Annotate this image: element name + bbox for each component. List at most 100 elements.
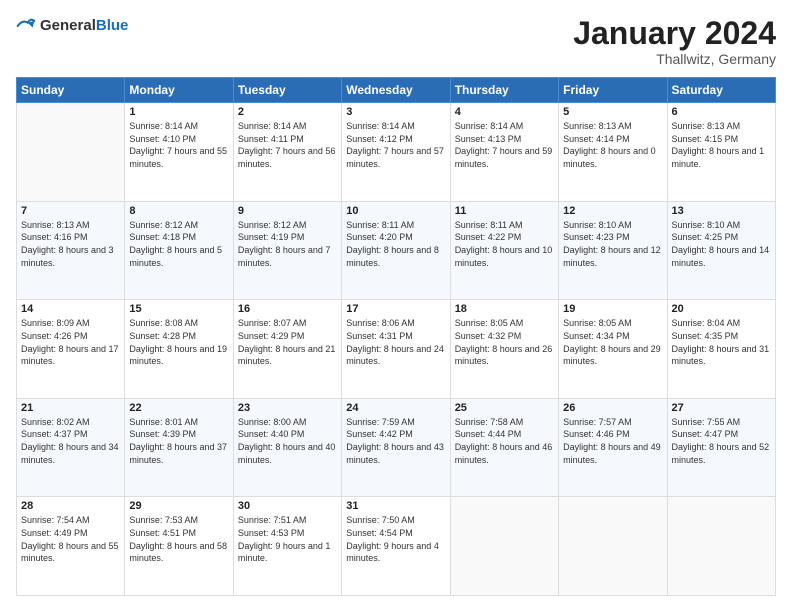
day-info: Sunrise: 8:07 AMSunset: 4:29 PMDaylight:…	[238, 317, 337, 367]
day-info: Sunrise: 8:14 AMSunset: 4:11 PMDaylight:…	[238, 120, 337, 170]
week-row-2: 7 Sunrise: 8:13 AMSunset: 4:16 PMDaylight…	[17, 201, 776, 300]
day-info: Sunrise: 7:58 AMSunset: 4:44 PMDaylight:…	[455, 416, 554, 466]
calendar-cell: 9 Sunrise: 8:12 AMSunset: 4:19 PMDaylight…	[233, 201, 341, 300]
weekday-header-friday: Friday	[559, 78, 667, 103]
calendar-cell: 28 Sunrise: 7:54 AMSunset: 4:49 PMDayligh…	[17, 497, 125, 596]
day-number: 27	[672, 402, 771, 414]
calendar-cell: 17 Sunrise: 8:06 AMSunset: 4:31 PMDayligh…	[342, 300, 450, 399]
day-number: 11	[455, 205, 554, 217]
calendar-cell: 16 Sunrise: 8:07 AMSunset: 4:29 PMDayligh…	[233, 300, 341, 399]
calendar-cell: 1 Sunrise: 8:14 AMSunset: 4:10 PMDaylight…	[125, 103, 233, 202]
day-info: Sunrise: 8:09 AMSunset: 4:26 PMDaylight:…	[21, 317, 120, 367]
weekday-header-monday: Monday	[125, 78, 233, 103]
day-number: 13	[672, 205, 771, 217]
calendar-cell: 13 Sunrise: 8:10 AMSunset: 4:25 PMDayligh…	[667, 201, 775, 300]
day-info: Sunrise: 7:57 AMSunset: 4:46 PMDaylight:…	[563, 416, 662, 466]
day-number: 16	[238, 303, 337, 315]
day-number: 22	[129, 402, 228, 414]
day-number: 10	[346, 205, 445, 217]
day-number: 31	[346, 500, 445, 512]
calendar-cell: 23 Sunrise: 8:00 AMSunset: 4:40 PMDayligh…	[233, 398, 341, 497]
weekday-header-tuesday: Tuesday	[233, 78, 341, 103]
day-number: 18	[455, 303, 554, 315]
weekday-header-sunday: Sunday	[17, 78, 125, 103]
weekday-header-wednesday: Wednesday	[342, 78, 450, 103]
day-info: Sunrise: 8:02 AMSunset: 4:37 PMDaylight:…	[21, 416, 120, 466]
calendar-cell	[559, 497, 667, 596]
page: GeneralBlue January 2024 Thallwitz, Germ…	[0, 0, 792, 612]
day-info: Sunrise: 7:54 AMSunset: 4:49 PMDaylight:…	[21, 514, 120, 564]
day-info: Sunrise: 7:53 AMSunset: 4:51 PMDaylight:…	[129, 514, 228, 564]
calendar-cell: 15 Sunrise: 8:08 AMSunset: 4:28 PMDayligh…	[125, 300, 233, 399]
weekday-header-thursday: Thursday	[450, 78, 558, 103]
calendar-cell: 19 Sunrise: 8:05 AMSunset: 4:34 PMDayligh…	[559, 300, 667, 399]
calendar-cell	[450, 497, 558, 596]
calendar-cell: 6Sunrise: 8:13 AMSunset: 4:15 PMDaylight…	[667, 103, 775, 202]
day-number: 5	[563, 106, 662, 118]
logo-general: General	[40, 17, 96, 34]
week-row-1: 1 Sunrise: 8:14 AMSunset: 4:10 PMDaylight…	[17, 103, 776, 202]
week-row-3: 14Sunrise: 8:09 AMSunset: 4:26 PMDayligh…	[17, 300, 776, 399]
day-info: Sunrise: 8:12 AMSunset: 4:19 PMDaylight:…	[238, 219, 337, 269]
day-number: 3	[346, 106, 445, 118]
day-number: 30	[238, 500, 337, 512]
day-number: 15	[129, 303, 228, 315]
calendar-cell: 25Sunrise: 7:58 AMSunset: 4:44 PMDayligh…	[450, 398, 558, 497]
calendar-cell	[17, 103, 125, 202]
calendar-cell: 2 Sunrise: 8:14 AMSunset: 4:11 PMDaylight…	[233, 103, 341, 202]
day-info: Sunrise: 8:14 AMSunset: 4:12 PMDaylight:…	[346, 120, 445, 170]
day-number: 21	[21, 402, 120, 414]
day-info: Sunrise: 7:59 AMSunset: 4:42 PMDaylight:…	[346, 416, 445, 466]
logo: GeneralBlue	[16, 16, 128, 36]
calendar-cell: 29Sunrise: 7:53 AMSunset: 4:51 PMDayligh…	[125, 497, 233, 596]
weekday-header-saturday: Saturday	[667, 78, 775, 103]
day-info: Sunrise: 8:06 AMSunset: 4:31 PMDaylight:…	[346, 317, 445, 367]
day-info: Sunrise: 8:08 AMSunset: 4:28 PMDaylight:…	[129, 317, 228, 367]
day-info: Sunrise: 8:00 AMSunset: 4:40 PMDaylight:…	[238, 416, 337, 466]
day-number: 9	[238, 205, 337, 217]
day-number: 4	[455, 106, 554, 118]
calendar-cell	[667, 497, 775, 596]
day-number: 26	[563, 402, 662, 414]
weekday-header-row: SundayMondayTuesdayWednesdayThursdayFrid…	[17, 78, 776, 103]
calendar-cell: 20 Sunrise: 8:04 AMSunset: 4:35 PMDayligh…	[667, 300, 775, 399]
day-info: Sunrise: 8:13 AMSunset: 4:16 PMDaylight:…	[21, 219, 120, 269]
calendar-cell: 24Sunrise: 7:59 AMSunset: 4:42 PMDayligh…	[342, 398, 450, 497]
calendar-cell: 26 Sunrise: 7:57 AMSunset: 4:46 PMDayligh…	[559, 398, 667, 497]
calendar-cell: 10Sunrise: 8:11 AMSunset: 4:20 PMDayligh…	[342, 201, 450, 300]
day-info: Sunrise: 8:10 AMSunset: 4:25 PMDaylight:…	[672, 219, 771, 269]
day-number: 8	[129, 205, 228, 217]
calendar-cell: 5 Sunrise: 8:13 AMSunset: 4:14 PMDaylight…	[559, 103, 667, 202]
calendar-cell: 31 Sunrise: 7:50 AMSunset: 4:54 PMDayligh…	[342, 497, 450, 596]
calendar-cell: 14Sunrise: 8:09 AMSunset: 4:26 PMDayligh…	[17, 300, 125, 399]
day-info: Sunrise: 8:12 AMSunset: 4:18 PMDaylight:…	[129, 219, 228, 269]
day-info: Sunrise: 8:13 AMSunset: 4:15 PMDaylight:…	[672, 120, 771, 170]
day-info: Sunrise: 8:04 AMSunset: 4:35 PMDaylight:…	[672, 317, 771, 367]
day-info: Sunrise: 8:01 AMSunset: 4:39 PMDaylight:…	[129, 416, 228, 466]
calendar-cell: 27 Sunrise: 7:55 AMSunset: 4:47 PMDayligh…	[667, 398, 775, 497]
day-info: Sunrise: 7:51 AMSunset: 4:53 PMDaylight:…	[238, 514, 337, 564]
day-number: 23	[238, 402, 337, 414]
day-info: Sunrise: 8:10 AMSunset: 4:23 PMDaylight:…	[563, 219, 662, 269]
calendar-table: SundayMondayTuesdayWednesdayThursdayFrid…	[16, 77, 776, 596]
day-info: Sunrise: 8:05 AMSunset: 4:34 PMDaylight:…	[563, 317, 662, 367]
day-number: 2	[238, 106, 337, 118]
day-info: Sunrise: 8:13 AMSunset: 4:14 PMDaylight:…	[563, 120, 662, 170]
day-info: Sunrise: 7:55 AMSunset: 4:47 PMDaylight:…	[672, 416, 771, 466]
day-info: Sunrise: 7:50 AMSunset: 4:54 PMDaylight:…	[346, 514, 445, 564]
day-number: 7	[21, 205, 120, 217]
day-number: 20	[672, 303, 771, 315]
title-area: January 2024 Thallwitz, Germany	[573, 16, 776, 67]
day-info: Sunrise: 8:14 AMSunset: 4:10 PMDaylight:…	[129, 120, 228, 170]
calendar-cell: 18Sunrise: 8:05 AMSunset: 4:32 PMDayligh…	[450, 300, 558, 399]
day-number: 17	[346, 303, 445, 315]
calendar-cell: 8 Sunrise: 8:12 AMSunset: 4:18 PMDaylight…	[125, 201, 233, 300]
calendar-cell: 11Sunrise: 8:11 AMSunset: 4:22 PMDayligh…	[450, 201, 558, 300]
day-number: 19	[563, 303, 662, 315]
day-number: 28	[21, 500, 120, 512]
day-number: 1	[129, 106, 228, 118]
calendar-cell: 4Sunrise: 8:14 AMSunset: 4:13 PMDaylight…	[450, 103, 558, 202]
month-title: January 2024	[573, 16, 776, 51]
logo-blue: Blue	[96, 17, 129, 34]
location: Thallwitz, Germany	[573, 51, 776, 67]
